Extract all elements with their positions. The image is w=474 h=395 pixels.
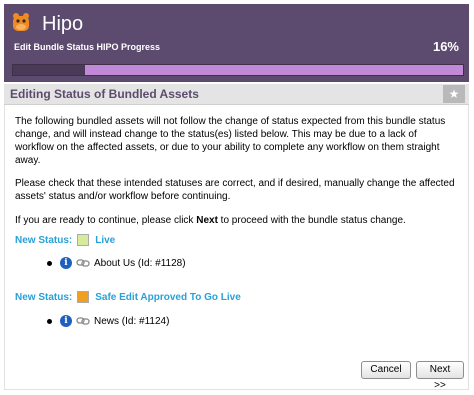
status-group-safe-edit: New Status: Safe Edit Approved To Go Liv… (15, 291, 241, 303)
section-header: Editing Status of Bundled Assets ★ (4, 84, 469, 105)
continue-paragraph: If you are ready to continue, please cli… (15, 214, 455, 227)
content-panel: The following bundled assets will not fo… (4, 105, 469, 391)
wizard-header: Hipo Edit Bundle Status HIPO Progress 16… (4, 4, 469, 82)
progress-percent: 16% (432, 39, 459, 54)
progress-label: Edit Bundle Status HIPO Progress (14, 42, 161, 52)
asset-name[interactable]: About Us (Id: #1128) (94, 258, 186, 269)
asset-list-item: i News (Id: #1124) (47, 315, 169, 327)
star-icon[interactable]: ★ (443, 85, 465, 103)
check-paragraph: Please check that these intended statuse… (15, 178, 455, 202)
app-title: Hipo (42, 13, 84, 35)
section-title: Editing Status of Bundled Assets (10, 87, 199, 101)
intro-paragraph: The following bundled assets will not fo… (15, 116, 446, 166)
status-color-swatch (77, 234, 90, 246)
status-name: Safe Edit Approved To Go Live (95, 291, 241, 303)
status-color-swatch (77, 291, 90, 303)
continue-text-next: Next (196, 215, 218, 226)
next-button[interactable]: Next >> (416, 361, 464, 391)
progress-bar-fill (13, 65, 85, 75)
progress-bar (12, 64, 464, 76)
asset-list-item: i About Us (Id: #1128) (47, 257, 186, 269)
status-name: Live (95, 234, 116, 246)
info-icon[interactable]: i (60, 315, 72, 327)
info-icon[interactable]: i (60, 257, 72, 269)
status-group-live: New Status: Live (15, 234, 115, 246)
hippo-logo-icon (13, 13, 29, 31)
new-status-label: New Status: (15, 234, 73, 246)
new-status-label: New Status: (15, 291, 73, 303)
continue-text-pre: If you are ready to continue, please cli… (15, 215, 197, 226)
asset-link-icon (76, 259, 90, 267)
asset-link-icon (76, 317, 90, 325)
continue-text-post: to proceed with the bundle status change… (217, 215, 406, 226)
bullet-icon (47, 260, 52, 266)
asset-name[interactable]: News (Id: #1124) (94, 316, 169, 327)
bullet-icon (47, 318, 52, 324)
cancel-button[interactable]: Cancel (361, 361, 411, 379)
